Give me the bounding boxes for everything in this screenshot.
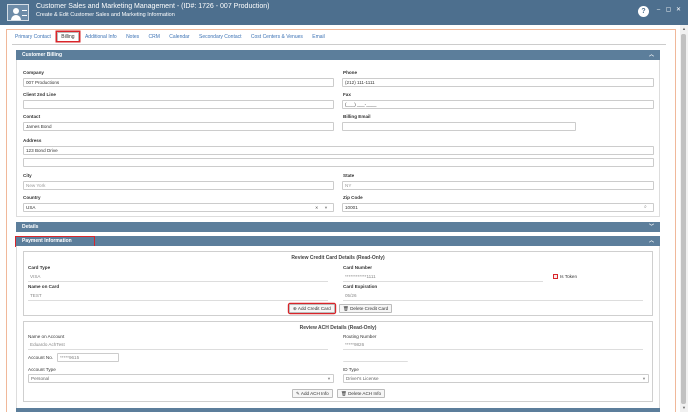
zip-code-label: Zip Code	[343, 195, 363, 200]
add-ach-info-label: Add ACH Info	[300, 391, 329, 396]
chevron-down-icon[interactable]: ▼	[642, 376, 646, 381]
details-header[interactable]: Details ﹀	[16, 222, 660, 232]
fax-field[interactable]: (___) ___-____	[342, 100, 654, 109]
help-icon[interactable]: ?	[638, 6, 649, 17]
city-field[interactable]: New York	[23, 181, 334, 190]
tab-billing[interactable]: Billing	[57, 32, 79, 41]
add-credit-card-label: Add Credit Card	[297, 306, 331, 311]
delete-ach-info-button[interactable]: 🗑 Delete ACH Info	[337, 389, 386, 398]
chevron-up-icon[interactable]: ︿	[649, 50, 654, 60]
customer-billing-panel: Company 007 Productions Phone (212) 111-…	[16, 60, 660, 217]
phone-field[interactable]: (212) 111-1111	[342, 78, 654, 87]
ach-panel: Review ACH Details (Read-Only) Name on A…	[23, 321, 653, 402]
chevron-up-icon[interactable]: ︿	[649, 236, 654, 246]
country-label: Country	[23, 195, 41, 200]
tab-cost-centers-venues[interactable]: Cost Centers & Venues	[248, 32, 306, 42]
contact-label: Contact	[23, 114, 41, 119]
search-icon[interactable]: ⌕	[644, 204, 647, 210]
tab-secondary-contact[interactable]: Secondary Contact	[196, 32, 245, 42]
chevron-down-icon[interactable]: ﹀	[649, 222, 654, 232]
name-on-card-value: TEST	[28, 292, 328, 301]
name-on-card-label: Name on Card	[28, 284, 60, 289]
is-token-checkbox[interactable]	[553, 274, 558, 279]
maximize-icon[interactable]: ▢	[665, 7, 672, 14]
minimize-icon[interactable]: –	[655, 7, 662, 14]
account-type-select[interactable]: Personal	[28, 374, 334, 383]
details-title: Details	[22, 224, 39, 230]
add-ach-info-button[interactable]: ✎ Add ACH Info	[292, 389, 333, 398]
billing-email-label: Billing Email	[343, 114, 371, 119]
tab-additional-info[interactable]: Additional Info	[82, 32, 120, 42]
credit-card-title: Review Credit Card Details (Read-Only)	[291, 255, 385, 261]
window-title: Customer Sales and Marketing Management …	[36, 3, 270, 10]
card-type-value: VISA	[28, 273, 328, 282]
routing-number-value: *****9826	[343, 341, 643, 350]
phone-label: Phone	[343, 70, 358, 75]
clear-icon[interactable]: ✕	[315, 205, 318, 210]
state-field[interactable]: NY	[342, 181, 654, 190]
card-expiration-value: 05/26	[343, 292, 643, 301]
billing-email-field[interactable]	[342, 122, 576, 131]
address-field[interactable]: 123 Bond Drive	[23, 146, 654, 155]
credit-card-panel: Review Credit Card Details (Read-Only) C…	[23, 251, 653, 316]
delete-credit-card-label: Delete Credit Card	[350, 306, 389, 311]
close-icon[interactable]: ✕	[675, 7, 682, 14]
card-type-label: Card Type	[28, 265, 51, 270]
customer-id-field[interactable]	[343, 353, 408, 362]
company-label: Company	[23, 70, 44, 75]
card-number-label: Card Number	[343, 265, 373, 270]
country-select[interactable]: USA	[23, 203, 334, 212]
account-no-field[interactable]: *****9615	[57, 353, 119, 362]
contact-field[interactable]: James Bond	[23, 122, 334, 131]
city-label: City	[23, 173, 32, 178]
id-type-label: ID Type	[343, 367, 359, 372]
is-token-label: Is Token	[560, 274, 578, 279]
tab-divider	[12, 44, 666, 45]
add-credit-card-button[interactable]: ⊕ Add Credit Card	[289, 304, 335, 313]
payment-panel: Review Credit Card Details (Read-Only) C…	[16, 246, 660, 410]
scroll-thumb[interactable]	[681, 34, 686, 404]
state-label: State	[343, 173, 355, 178]
customer-card-icon	[7, 4, 29, 21]
vertical-scrollbar[interactable]: ▲ ▼	[680, 25, 688, 412]
company-field[interactable]: 007 Productions	[23, 78, 334, 87]
chevron-down-icon[interactable]: ▼	[327, 376, 331, 381]
routing-number-label: Routing Number	[343, 334, 377, 339]
zip-code-field[interactable]: 10001	[342, 203, 654, 212]
client-2nd-line-label: Client 2nd Line	[23, 92, 56, 97]
next-section-header	[16, 408, 660, 412]
account-type-label: Account Type	[28, 367, 56, 372]
address-line-2-field[interactable]	[23, 158, 654, 167]
tab-notes[interactable]: Notes	[123, 32, 142, 42]
chevron-down-icon[interactable]: ▼	[324, 205, 328, 210]
client-2nd-line-field[interactable]	[23, 100, 334, 109]
tab-bar: Primary Contact Billing Additional Info …	[12, 32, 330, 44]
main-content: Primary Contact Billing Additional Info …	[0, 25, 688, 412]
id-type-select[interactable]: Driver's License	[343, 374, 649, 383]
name-on-account-label: Name on Account	[28, 334, 65, 339]
title-bar: Customer Sales and Marketing Management …	[0, 0, 688, 25]
customer-billing-header[interactable]: Customer Billing ︿	[16, 50, 660, 60]
scroll-up-icon[interactable]: ▲	[681, 26, 687, 31]
tab-primary-contact[interactable]: Primary Contact	[12, 32, 54, 42]
delete-ach-info-label: Delete ACH Info	[348, 391, 382, 396]
fax-label: Fax	[343, 92, 351, 97]
window-subtitle: Create & Edit Customer Sales and Marketi…	[36, 12, 175, 18]
scroll-down-icon[interactable]: ▼	[681, 405, 687, 410]
ach-title: Review ACH Details (Read-Only)	[299, 325, 377, 331]
card-number-value: ************1111	[343, 273, 543, 282]
delete-credit-card-button[interactable]: 🗑 Delete Credit Card	[339, 304, 393, 313]
tab-calendar[interactable]: Calendar	[166, 32, 192, 42]
name-on-account-value: Eduardo AchTest	[28, 341, 328, 350]
address-label: Address	[23, 138, 42, 143]
card-expiration-label: Card Expiration	[343, 284, 378, 289]
tab-crm[interactable]: CRM	[146, 32, 163, 42]
tab-email[interactable]: Email	[309, 32, 328, 42]
payment-information-header[interactable]: Payment Information ︿	[16, 236, 660, 246]
account-no-label: Account No.	[28, 355, 54, 360]
customer-billing-title: Customer Billing	[22, 52, 63, 58]
